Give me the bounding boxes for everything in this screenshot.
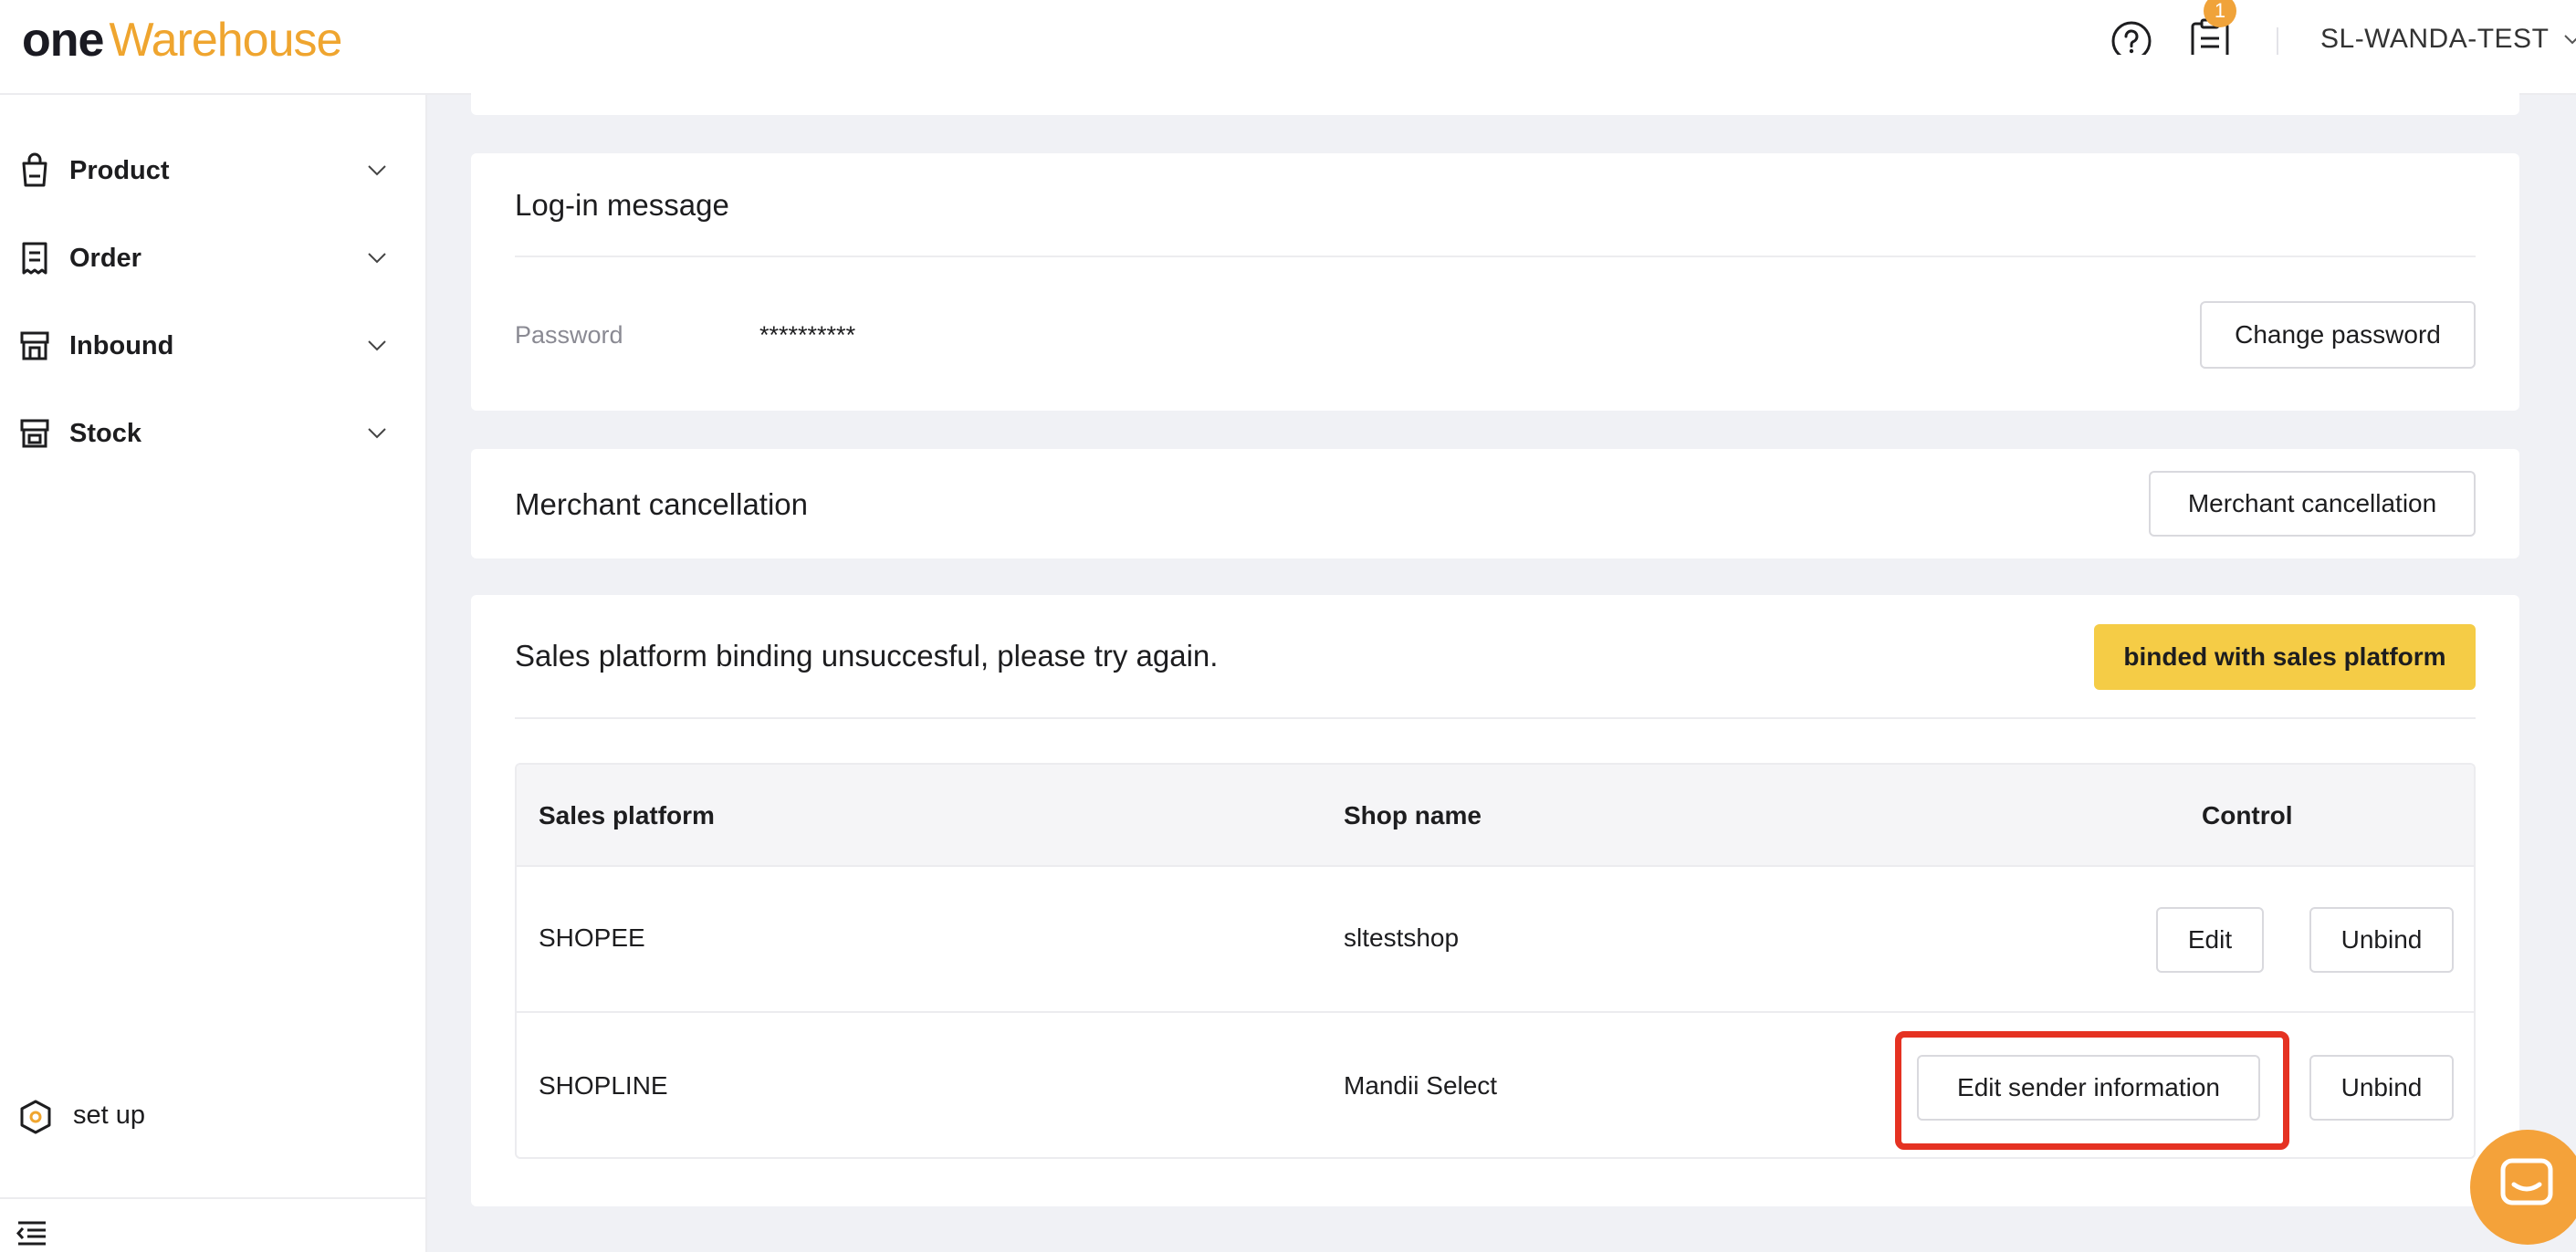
table-row: SHOPEE sltestshop Edit Unbind xyxy=(517,867,2474,1013)
sidebar-item-label: Stock xyxy=(69,418,141,448)
chevron-down-icon xyxy=(368,340,386,351)
table-header: Sales platform Shop name Control xyxy=(517,765,2474,867)
warehouse-icon xyxy=(20,419,49,448)
sidebar-item-label: set up xyxy=(73,1101,145,1130)
sidebar: Product Order Inbound Stock set up xyxy=(0,95,427,1252)
unbind-button[interactable]: Unbind xyxy=(2309,1055,2454,1121)
divider xyxy=(515,717,2476,719)
merchant-cancellation-button[interactable]: Merchant cancellation xyxy=(2149,471,2476,537)
settings-hexagon-icon xyxy=(20,1100,51,1134)
shop-name-cell: Mandii Select xyxy=(1344,1071,1498,1100)
previous-card xyxy=(471,55,2519,115)
sidebar-item-order[interactable]: Order xyxy=(0,226,425,290)
unbind-button[interactable]: Unbind xyxy=(2309,907,2454,973)
chevron-down-icon[interactable] xyxy=(2563,33,2576,46)
sidebar-divider xyxy=(0,1197,425,1199)
password-value: ********** xyxy=(759,321,856,349)
merchant-cancellation-card: Merchant cancellation Merchant cancellat… xyxy=(471,449,2519,558)
logo-one: one xyxy=(22,14,104,67)
shop-name-cell: sltestshop xyxy=(1344,923,1460,952)
column-header: Shop name xyxy=(1344,801,1482,829)
username[interactable]: SL-WANDA-TEST xyxy=(2320,24,2549,55)
chevron-down-icon xyxy=(368,428,386,439)
sidebar-item-inbound[interactable]: Inbound xyxy=(0,314,425,378)
sidebar-item-label: Order xyxy=(69,243,141,273)
header-divider xyxy=(2277,27,2278,55)
bind-sales-platform-button[interactable]: binded with sales platform xyxy=(2094,624,2476,690)
collapse-menu-icon[interactable] xyxy=(16,1219,47,1247)
chevron-down-icon xyxy=(368,253,386,264)
receipt-icon xyxy=(22,242,47,275)
card-title: Merchant cancellation xyxy=(515,487,809,521)
divider xyxy=(515,256,2476,257)
platform-cell: SHOPLINE xyxy=(539,1071,668,1100)
app-logo[interactable]: one Warehouse xyxy=(22,13,342,77)
edit-button[interactable]: Edit xyxy=(2156,907,2264,973)
change-password-button[interactable]: Change password xyxy=(2200,301,2476,369)
logo-warehouse: Warehouse xyxy=(109,14,342,67)
column-header: Control xyxy=(2202,801,2293,829)
sidebar-item-setup[interactable]: set up xyxy=(0,1084,425,1148)
login-message-card: Log-in message Password ********** Chang… xyxy=(471,153,2519,411)
store-icon xyxy=(20,331,49,360)
chat-icon xyxy=(2500,1158,2553,1205)
platform-cell: SHOPEE xyxy=(539,923,645,952)
chevron-down-icon xyxy=(368,165,386,176)
highlight-box xyxy=(1895,1031,2289,1150)
chat-support-button[interactable] xyxy=(2470,1130,2576,1245)
password-label: Password xyxy=(515,321,623,349)
sidebar-item-stock[interactable]: Stock xyxy=(0,402,425,465)
card-title: Sales platform binding unsuccesful, plea… xyxy=(515,639,1219,673)
sidebar-item-label: Inbound xyxy=(69,330,174,360)
card-title: Log-in message xyxy=(515,188,729,222)
sidebar-item-product[interactable]: Product xyxy=(0,139,425,203)
bag-icon xyxy=(22,152,47,187)
sidebar-item-label: Product xyxy=(69,155,170,185)
column-header: Sales platform xyxy=(539,801,715,829)
